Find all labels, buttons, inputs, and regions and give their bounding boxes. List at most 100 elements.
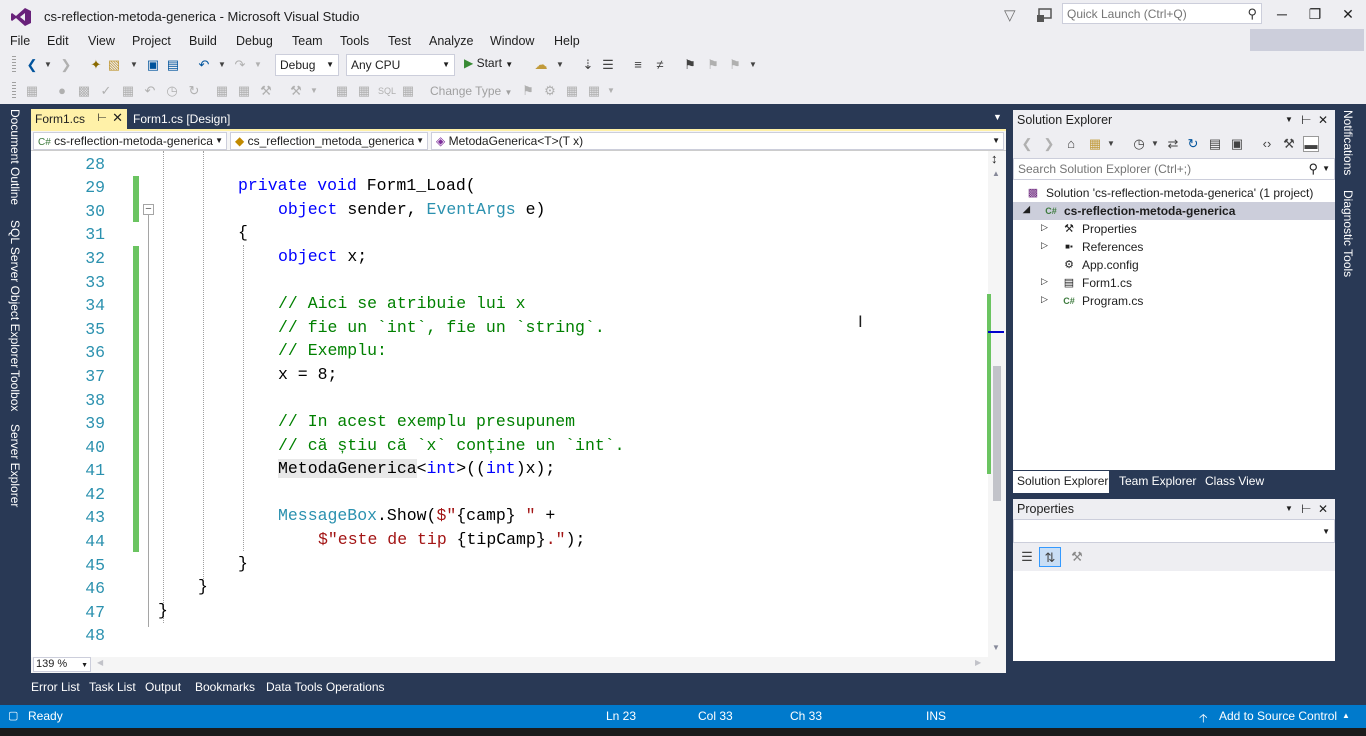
- menu-build[interactable]: Build: [189, 34, 217, 48]
- toolbar-grip[interactable]: [12, 56, 16, 74]
- next-bookmark-icon[interactable]: ⚑: [727, 57, 743, 73]
- comment-out-icon[interactable]: ≡: [630, 57, 646, 73]
- preview-selected-icon[interactable]: ▬: [1303, 136, 1319, 152]
- alphabetical-icon[interactable]: ⇅: [1039, 547, 1061, 567]
- new-project-icon[interactable]: ✦: [88, 57, 104, 73]
- table-icon[interactable]: ▦: [400, 83, 416, 99]
- tab-class-view[interactable]: Class View: [1205, 474, 1264, 488]
- undo-icon[interactable]: ↶: [196, 57, 212, 73]
- member-dropdown[interactable]: ◈ MetodaGenerica<T>(T x) ▼: [431, 132, 1004, 150]
- chevron-up-icon[interactable]: ▲: [1342, 711, 1350, 720]
- tab-overflow-icon[interactable]: ▼: [993, 112, 1002, 122]
- toolbar-options-icon[interactable]: ▼: [745, 57, 761, 73]
- configuration-select[interactable]: Debug ▼: [275, 54, 339, 76]
- tree-item-form1-cs[interactable]: ▷ ▤ Form1.cs: [1013, 274, 1335, 292]
- tool-tab-toolbox[interactable]: Toolbox: [8, 370, 22, 411]
- refresh-icon[interactable]: ↻: [186, 83, 202, 99]
- table-icon[interactable]: ▦: [214, 83, 230, 99]
- tree-item-app-config[interactable]: ⚙ App.config: [1013, 256, 1335, 274]
- tree-item-program-cs[interactable]: ▷ C# Program.cs: [1013, 292, 1335, 310]
- menu-tools[interactable]: Tools: [340, 34, 369, 48]
- table-icon[interactable]: ▦: [334, 83, 350, 99]
- tab-task-list[interactable]: Task List: [89, 680, 136, 694]
- grid-icon[interactable]: ▦: [120, 83, 136, 99]
- menu-window[interactable]: Window: [490, 34, 534, 48]
- tab-team-explorer[interactable]: Team Explorer: [1119, 474, 1196, 488]
- tool-tab-diagnostic-tools[interactable]: Diagnostic Tools: [1341, 190, 1355, 277]
- close-tab-icon[interactable]: ✕: [112, 110, 123, 126]
- feedback-icon[interactable]: [1036, 6, 1054, 24]
- account-area[interactable]: [1250, 29, 1364, 51]
- menu-analyze[interactable]: Analyze: [429, 34, 473, 48]
- scroll-up-icon[interactable]: ▲: [992, 169, 1000, 178]
- wrench-icon[interactable]: ⚒: [1281, 136, 1297, 152]
- dropdown-arrow-icon[interactable]: ▼: [1147, 136, 1163, 152]
- back-icon[interactable]: ❮: [1019, 136, 1035, 152]
- refresh-icon[interactable]: ↻: [1185, 136, 1201, 152]
- tab-data-tools-operations[interactable]: Data Tools Operations: [266, 680, 385, 694]
- uncomment-icon[interactable]: ≠: [652, 57, 668, 73]
- change-type-button[interactable]: Change Type ▼: [430, 84, 512, 98]
- sql-icon[interactable]: SQL: [378, 83, 396, 99]
- wrench-icon[interactable]: ⚒: [258, 83, 274, 99]
- code-editor[interactable]: 28 29 30 31 32 33 34 35 36 37 38 39 40 4…: [31, 151, 1006, 657]
- properties-title-bar[interactable]: Properties ▼ ⊢ ✕: [1013, 499, 1335, 519]
- dropdown-arrow-icon[interactable]: ▼: [306, 83, 322, 99]
- tool-tab-document-outline[interactable]: Document Outline: [8, 109, 22, 205]
- dropdown-arrow-icon[interactable]: ▼: [552, 57, 568, 73]
- navigate-back-icon[interactable]: ❮: [24, 57, 40, 73]
- close-pane-icon[interactable]: ✕: [1318, 113, 1328, 127]
- bookmark-icon[interactable]: ⚑: [682, 57, 698, 73]
- menu-project[interactable]: Project: [132, 34, 171, 48]
- gear-icon[interactable]: ⚙: [542, 83, 558, 99]
- undo-icon[interactable]: ↶: [142, 83, 158, 99]
- history-icon[interactable]: ◷: [164, 83, 180, 99]
- pin-icon[interactable]: ⊢: [1301, 502, 1311, 516]
- tree-item-references[interactable]: ▷ ■▪ References: [1013, 238, 1335, 256]
- pane-options-icon[interactable]: ▼: [1285, 115, 1293, 124]
- tab-error-list[interactable]: Error List: [31, 680, 80, 694]
- show-all-files-icon[interactable]: ▣: [1229, 136, 1245, 152]
- relationships-icon[interactable]: ▦: [564, 83, 580, 99]
- collapse-all-icon[interactable]: ▤: [1207, 136, 1223, 152]
- restore-button[interactable]: ❐: [1298, 2, 1332, 26]
- filter-icon[interactable]: ▽: [1004, 6, 1020, 24]
- quick-launch-input[interactable]: [1063, 4, 1239, 23]
- chevron-down-icon[interactable]: ▼: [1322, 164, 1330, 173]
- navigate-forward-icon[interactable]: ❯: [58, 57, 74, 73]
- tree-item-project[interactable]: ◢ C# cs-reflection-metoda-generica: [1013, 202, 1335, 220]
- dropdown-arrow-icon[interactable]: ▼: [250, 57, 266, 73]
- find-in-files-icon[interactable]: ☰: [600, 57, 616, 73]
- tool-tab-sql-server-object-explorer[interactable]: SQL Server Object Explorer: [8, 220, 22, 368]
- align-icon[interactable]: ▦: [24, 83, 40, 99]
- collapsed-arrow-icon[interactable]: ▷: [1041, 276, 1048, 287]
- search-icon[interactable]: ⚲: [1308, 161, 1318, 177]
- class-dropdown[interactable]: ◆ cs_reflection_metoda_generica ▼: [230, 132, 428, 150]
- quick-launch-box[interactable]: ⚲: [1062, 3, 1262, 24]
- dropdown-arrow-icon[interactable]: ▼: [126, 57, 142, 73]
- tool-tab-server-explorer[interactable]: Server Explorer: [8, 424, 22, 507]
- collapsed-arrow-icon[interactable]: ▷: [1041, 240, 1048, 251]
- step-into-icon[interactable]: ⇣: [580, 57, 596, 73]
- close-button[interactable]: ✕: [1331, 2, 1365, 26]
- property-pages-icon[interactable]: ⚒: [1069, 549, 1085, 565]
- collapse-toggle[interactable]: −: [143, 204, 154, 215]
- pin-icon[interactable]: ⊢: [97, 111, 107, 124]
- scroll-right-icon[interactable]: ▶: [975, 658, 981, 667]
- tab-solution-explorer[interactable]: Solution Explorer: [1013, 471, 1109, 493]
- forward-icon[interactable]: ❯: [1041, 136, 1057, 152]
- save-all-icon[interactable]: ▤: [165, 57, 181, 73]
- menu-file[interactable]: File: [10, 34, 30, 48]
- toolbar-grip[interactable]: [12, 82, 16, 100]
- menu-test[interactable]: Test: [388, 34, 411, 48]
- search-icon[interactable]: ⚲: [1247, 6, 1257, 22]
- home-icon[interactable]: ⌂: [1063, 136, 1079, 152]
- check-icon[interactable]: ✓: [98, 83, 114, 99]
- start-debugging-button[interactable]: ▶ Start ▼: [464, 56, 513, 74]
- view-code-icon[interactable]: ‹›: [1259, 136, 1275, 152]
- tab-form1-cs[interactable]: Form1.cs ⊢ ✕: [31, 109, 127, 129]
- minimize-button[interactable]: ─: [1265, 2, 1299, 26]
- pane-options-icon[interactable]: ▼: [1285, 504, 1293, 513]
- menu-edit[interactable]: Edit: [47, 34, 69, 48]
- menu-debug[interactable]: Debug: [236, 34, 273, 48]
